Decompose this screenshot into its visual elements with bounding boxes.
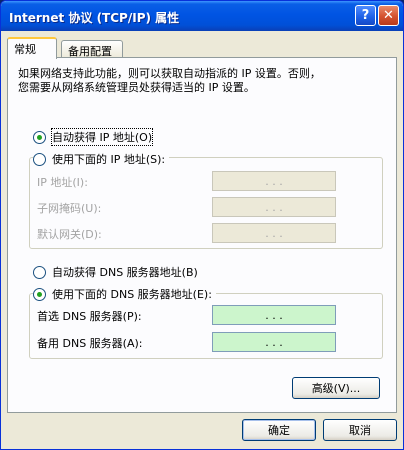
ip-address-field[interactable]: . . . — [212, 171, 336, 191]
help-button[interactable]: ? — [355, 5, 376, 26]
subnet-mask-label: 子网掩码(U): — [37, 202, 102, 215]
radio-auto-ip[interactable]: 自动获得 IP 地址(O) — [33, 128, 154, 146]
title-bar[interactable]: Internet 协议 (TCP/IP) 属性 ? ✕ — [1, 1, 403, 31]
preferred-dns-value: . . . — [265, 308, 283, 322]
default-gateway-label: 默认网关(D): — [37, 228, 102, 241]
ip-address-value: . . . — [265, 174, 283, 188]
radio-auto-ip-indicator[interactable] — [33, 130, 46, 144]
subnet-mask-field[interactable]: . . . — [212, 197, 336, 217]
alternate-dns-label: 备用 DNS 服务器(A): — [37, 337, 143, 350]
radio-auto-dns[interactable]: 自动获得 DNS 服务器地址(B) — [33, 264, 198, 280]
tab-general[interactable]: 常规 — [7, 37, 57, 59]
ok-button[interactable]: 确定 — [242, 419, 316, 441]
radio-auto-dns-label: 自动获得 DNS 服务器地址(B) — [52, 266, 198, 279]
close-button[interactable]: ✕ — [378, 5, 399, 26]
cancel-button[interactable]: 取消 — [323, 419, 397, 441]
default-gateway-value: . . . — [265, 226, 283, 240]
radio-manual-ip-indicator[interactable] — [33, 152, 46, 166]
advanced-button[interactable]: 高级(V)... — [292, 377, 380, 399]
tcpip-properties-dialog: Internet 协议 (TCP/IP) 属性 ? ✕ 常规 备用配置 如果网络… — [0, 0, 404, 450]
ip-address-label: IP 地址(I): — [37, 176, 88, 189]
preferred-dns-label: 首选 DNS 服务器(P): — [37, 310, 142, 323]
default-gateway-field[interactable]: . . . — [212, 223, 336, 243]
window-title: Internet 协议 (TCP/IP) 属性 — [9, 11, 180, 25]
preferred-dns-field[interactable]: . . . — [212, 305, 336, 325]
radio-manual-ip-label: 使用下面的 IP 地址(S): — [52, 153, 166, 166]
subnet-mask-value: . . . — [265, 200, 283, 214]
alternate-dns-field[interactable]: . . . — [212, 332, 336, 352]
radio-manual-dns[interactable]: 使用下面的 DNS 服务器地址(E): — [33, 286, 216, 302]
radio-manual-ip[interactable]: 使用下面的 IP 地址(S): — [33, 151, 170, 167]
radio-manual-dns-label: 使用下面的 DNS 服务器地址(E): — [52, 288, 212, 301]
radio-manual-dns-indicator[interactable] — [33, 287, 46, 301]
tab-alternate-configuration[interactable]: 备用配置 — [61, 40, 123, 58]
description-text: 如果网络支持此功能，则可以获取自动指派的 IP 设置。否则， 您需要从网络系统管… — [18, 67, 321, 94]
radio-auto-dns-indicator[interactable] — [33, 265, 46, 279]
alternate-dns-value: . . . — [265, 335, 283, 349]
radio-auto-ip-label: 自动获得 IP 地址(O) — [50, 128, 154, 146]
